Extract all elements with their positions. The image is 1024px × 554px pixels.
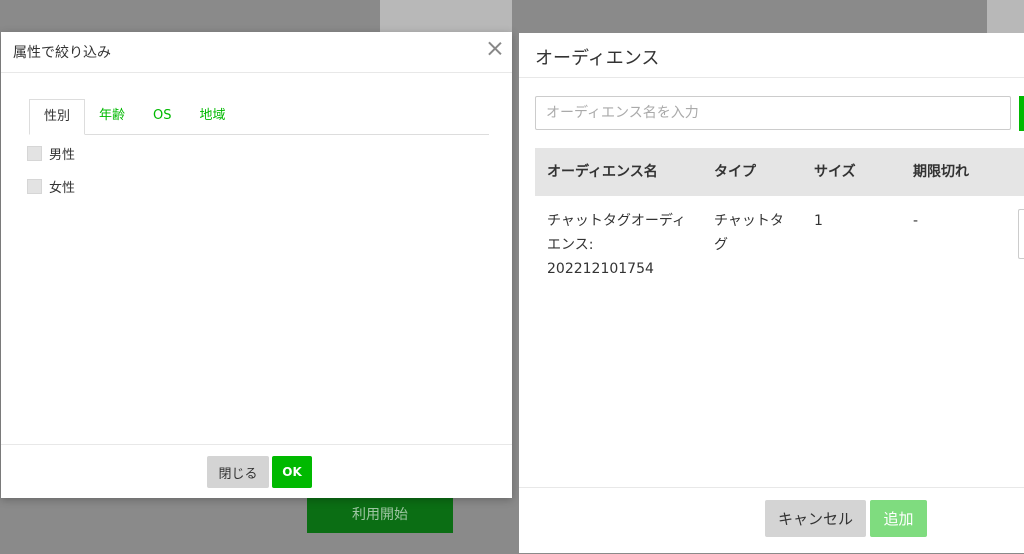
cell-size: 1	[814, 213, 823, 229]
male-checkbox[interactable]	[27, 145, 42, 161]
header-size: サイズ	[814, 164, 856, 180]
filter-modal-header: 属性で絞り込み	[1, 32, 512, 73]
tab-os[interactable]: OS	[139, 99, 185, 133]
ok-button[interactable]: OK	[272, 456, 312, 488]
row-select-button[interactable]	[1018, 209, 1024, 259]
close-button[interactable]: 閉じる	[207, 456, 269, 488]
option-male[interactable]: 男性	[27, 143, 75, 163]
male-label: 男性	[49, 147, 76, 163]
cancel-button[interactable]: キャンセル	[765, 500, 866, 537]
filter-modal-title: 属性で絞り込み	[13, 45, 111, 61]
header-expiry: 期限切れ	[913, 164, 969, 180]
audience-table-header: オーディエンス名 タイプ サイズ 期限切れ	[535, 148, 1024, 196]
gender-options: 男性 女性	[27, 143, 75, 209]
background-card-right	[987, 0, 1024, 33]
close-icon[interactable]	[488, 41, 502, 55]
cell-audience-name: チャットタグオーディエンス: 202212101754	[547, 213, 686, 277]
option-female[interactable]: 女性	[27, 176, 75, 196]
audience-search-input[interactable]	[535, 96, 1011, 130]
filter-modal-footer: 閉じる OK	[1, 444, 512, 498]
tab-gender[interactable]: 性別	[29, 99, 86, 135]
filter-modal: 属性で絞り込み 性別 年齢 OS 地域 男性 女性 閉じる OK	[1, 32, 512, 498]
tab-age[interactable]: 年齢	[85, 99, 139, 133]
add-button[interactable]: 追加	[870, 500, 927, 537]
filter-tabs: 性別 年齢 OS 地域	[29, 99, 489, 135]
cell-type: チャットタグ	[714, 213, 784, 253]
cell-expiry: -	[913, 213, 919, 229]
audience-modal-header: オーディエンス	[519, 33, 1024, 78]
audience-modal-title: オーディエンス	[535, 48, 660, 69]
female-label: 女性	[49, 180, 76, 196]
start-button[interactable]: 利用開始	[307, 495, 453, 533]
tab-region[interactable]: 地域	[186, 99, 240, 133]
audience-modal-footer: キャンセル 追加	[519, 487, 1024, 554]
header-audience-name: オーディエンス名	[547, 164, 658, 180]
search-button[interactable]	[1019, 96, 1024, 131]
female-checkbox[interactable]	[27, 178, 42, 194]
audience-modal: オーディエンス オーディエンス名 タイプ サイズ 期限切れ チャットタグオーディ…	[519, 33, 1024, 553]
table-row: チャットタグオーディエンス: 202212101754 チャットタグ 1 -	[535, 196, 1024, 286]
header-type: タイプ	[714, 164, 756, 180]
